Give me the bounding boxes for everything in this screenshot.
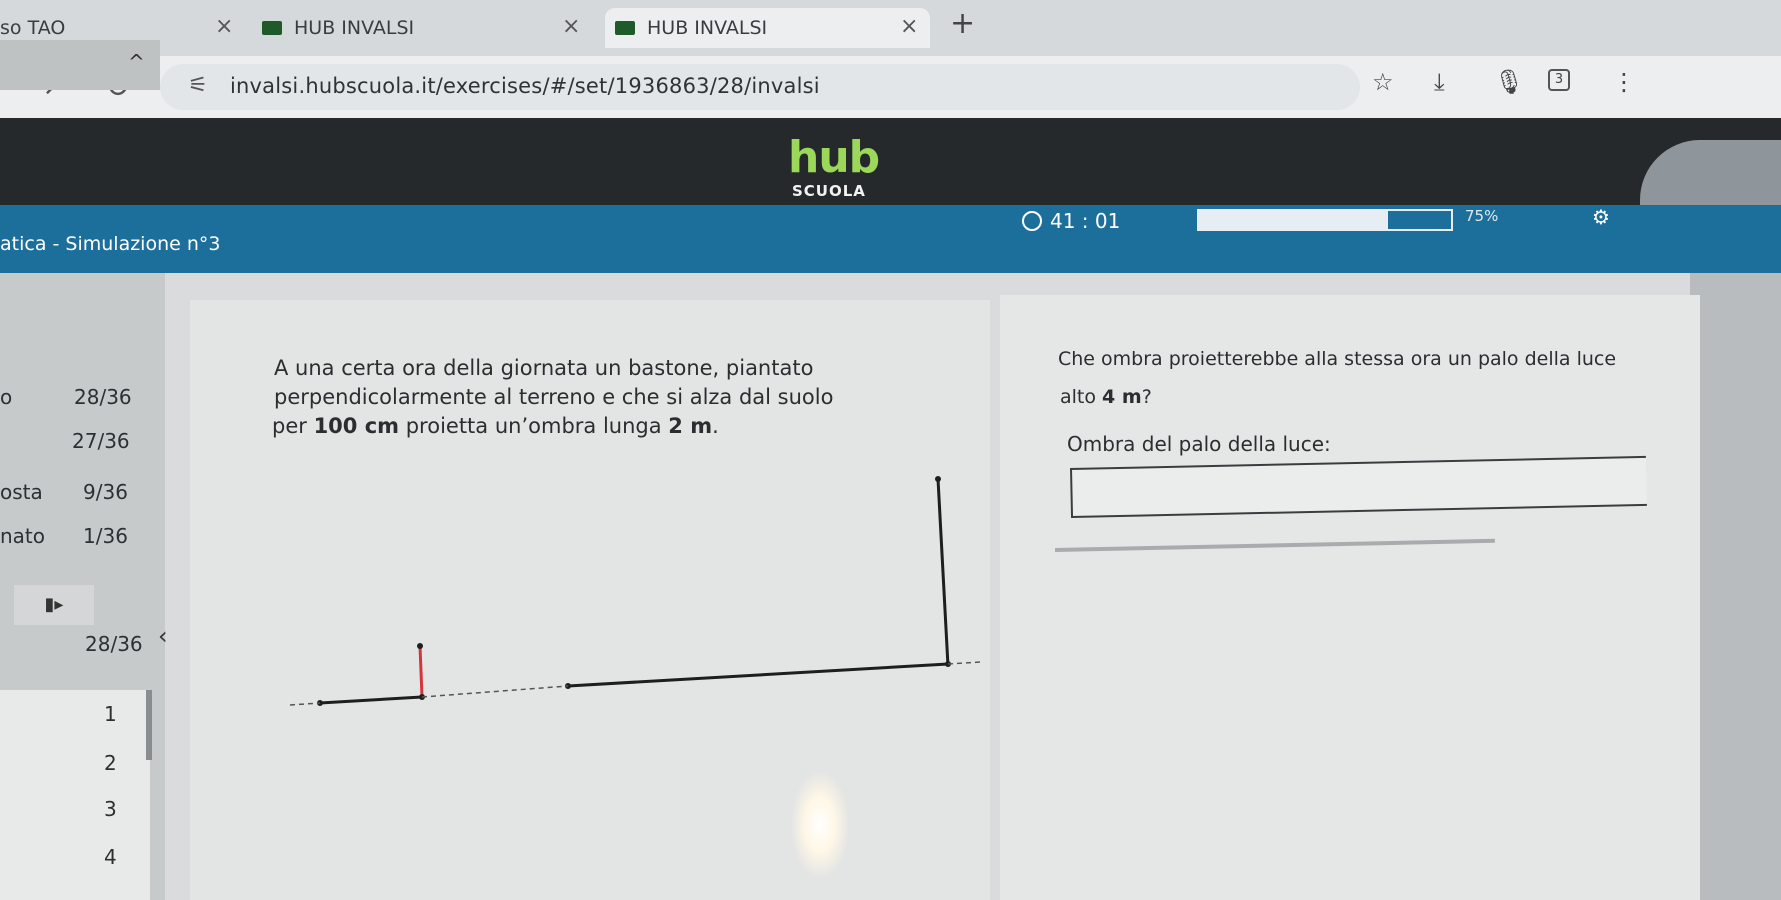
screen-glare: [790, 770, 850, 880]
dashed-ground: [289, 702, 321, 706]
stick-top-point: [417, 643, 423, 649]
stick: [418, 645, 424, 698]
lamp-post-top-point: [935, 476, 941, 482]
screen: so TAO × HUB INVALSI × HUB INVALSI × + →…: [0, 0, 1781, 900]
text-part: alto: [1060, 386, 1103, 408]
lamp-post: [936, 478, 950, 667]
text-bold: 4 m: [1102, 386, 1142, 408]
question-text-line: Che ombra proietterebbe alla stessa ora …: [1058, 348, 1617, 370]
dashed-ground: [421, 685, 569, 698]
question-text-line: alto 4 m?: [1060, 386, 1152, 408]
lamp-post-shadow: [567, 662, 949, 688]
text-part: ?: [1141, 386, 1152, 408]
stick-shadow: [319, 695, 423, 705]
dashed-ground: [947, 661, 981, 665]
shadow-diagram: [289, 476, 981, 706]
answer-label: Ombra del palo della luce:: [1067, 432, 1331, 456]
